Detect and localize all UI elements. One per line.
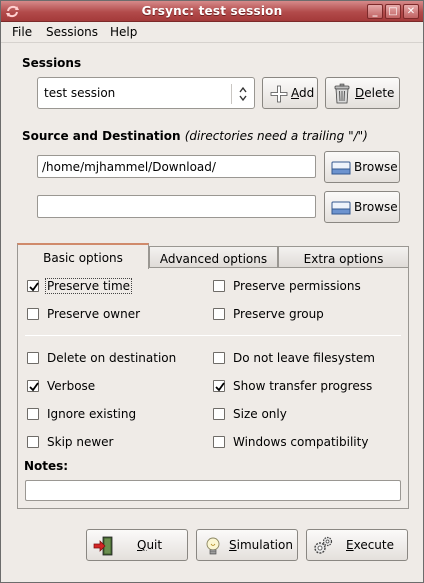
destination-input[interactable] <box>38 196 315 217</box>
ignore-existing-checkbox[interactable]: Ignore existing <box>27 407 197 423</box>
checkbox-box <box>213 408 225 420</box>
browse-source-button[interactable]: Browse <box>324 151 400 183</box>
delete-on-destination-checkbox[interactable]: Delete on destination <box>27 351 197 367</box>
session-combo-value: test session <box>44 86 116 100</box>
menu-sessions[interactable]: Sessions <box>46 25 98 39</box>
checkbox-box <box>27 380 39 392</box>
checkmark-icon <box>29 382 39 392</box>
source-destination-heading: Source and Destination (directories need… <box>22 129 368 143</box>
execute-label: Execute <box>346 538 394 552</box>
quit-button[interactable]: Quit <box>86 529 188 561</box>
session-combo[interactable]: test session <box>37 77 255 109</box>
skip-newer-label: Skip newer <box>47 435 114 449</box>
ignore-existing-label: Ignore existing <box>47 407 137 421</box>
notes-label: Notes: <box>24 459 69 473</box>
add-session-button[interactable]: Add <box>262 77 318 109</box>
do-not-leave-filesystem-checkbox[interactable]: Do not leave filesystem <box>213 351 393 367</box>
menu-help[interactable]: Help <box>110 25 137 39</box>
sessions-heading: Sessions <box>22 56 82 70</box>
checkbox-box <box>213 280 225 292</box>
quit-label: Quit <box>137 538 163 552</box>
verbose-label: Verbose <box>47 379 96 393</box>
windows-compatibility-checkbox[interactable]: Windows compatibility <box>213 435 393 451</box>
checkbox-box <box>213 436 225 448</box>
execute-button[interactable]: Execute <box>306 529 408 561</box>
source-input[interactable] <box>38 156 315 177</box>
options-separator <box>25 335 401 336</box>
browse-destination-label: Browse <box>354 200 398 214</box>
checkbox-box <box>27 408 39 420</box>
minimize-button[interactable]: _ <box>367 4 383 19</box>
plus-icon <box>270 85 288 103</box>
menu-bar: File Sessions Help <box>1 22 423 43</box>
checkmark-icon <box>215 382 225 392</box>
checkbox-box <box>27 436 39 448</box>
window-title: Grsync: test session <box>141 4 283 18</box>
destination-field[interactable] <box>37 195 316 218</box>
preserve-group-label: Preserve group <box>233 307 324 321</box>
show-transfer-progress-label: Show transfer progress <box>233 379 373 393</box>
preserve-time-label: Preserve time <box>45 278 133 294</box>
exit-door-icon <box>93 536 113 556</box>
source-destination-label: Source and Destination <box>22 129 181 143</box>
close-button[interactable]: ✕ <box>403 4 419 19</box>
source-field[interactable] <box>37 155 316 178</box>
preserve-permissions-label: Preserve permissions <box>233 279 361 293</box>
menu-sessions-label: Sessions <box>46 25 99 39</box>
simulation-button[interactable]: Simulation <box>196 529 298 561</box>
gears-icon <box>314 536 333 554</box>
light-bulb-icon <box>206 537 220 555</box>
notes-field[interactable] <box>25 480 401 501</box>
checkbox-box <box>27 308 39 320</box>
preserve-time-checkbox[interactable]: Preserve time <box>27 278 177 295</box>
tab-basic-options[interactable]: Basic options <box>17 243 149 269</box>
drive-icon <box>331 201 351 215</box>
source-destination-hint: (directories need a trailing "/") <box>184 129 368 143</box>
menu-file[interactable]: File <box>12 25 32 39</box>
notes-input[interactable] <box>26 481 400 500</box>
grsync-window: Grsync: test session _ □ ✕ File Sessions… <box>0 0 424 583</box>
do-not-leave-filesystem-label: Do not leave filesystem <box>233 351 375 365</box>
menu-file-label: File <box>12 25 33 39</box>
size-only-label: Size only <box>233 407 287 421</box>
menu-help-label: Help <box>110 25 138 39</box>
preserve-owner-checkbox[interactable]: Preserve owner <box>27 307 177 323</box>
windows-compatibility-label: Windows compatibility <box>233 435 369 449</box>
size-only-checkbox[interactable]: Size only <box>213 407 393 423</box>
preserve-owner-label: Preserve owner <box>47 307 141 321</box>
title-bar[interactable]: Grsync: test session _ □ ✕ <box>1 1 423 22</box>
combo-separator <box>231 84 232 104</box>
skip-newer-checkbox[interactable]: Skip newer <box>27 435 197 451</box>
browse-source-label: Browse <box>354 160 398 174</box>
delete-session-button[interactable]: Delete <box>325 77 400 109</box>
checkbox-box <box>213 308 225 320</box>
preserve-group-checkbox[interactable]: Preserve group <box>213 307 393 323</box>
preserve-permissions-checkbox[interactable]: Preserve permissions <box>213 279 393 295</box>
trash-icon <box>334 83 350 104</box>
verbose-checkbox[interactable]: Verbose <box>27 379 197 395</box>
drive-icon <box>331 161 351 175</box>
delete-on-destination-label: Delete on destination <box>47 351 177 365</box>
simulation-label: Simulation <box>229 538 293 552</box>
combo-arrows-icon <box>239 86 247 102</box>
show-transfer-progress-checkbox[interactable]: Show transfer progress <box>213 379 393 395</box>
checkbox-box <box>27 280 39 292</box>
checkbox-box <box>27 352 39 364</box>
checkmark-icon <box>29 282 39 292</box>
delete-session-label: Delete <box>355 86 395 100</box>
checkbox-box <box>213 352 225 364</box>
checkbox-box <box>213 380 225 392</box>
maximize-button[interactable]: □ <box>385 4 401 19</box>
add-session-label: Add <box>291 86 315 100</box>
browse-destination-button[interactable]: Browse <box>324 191 400 223</box>
